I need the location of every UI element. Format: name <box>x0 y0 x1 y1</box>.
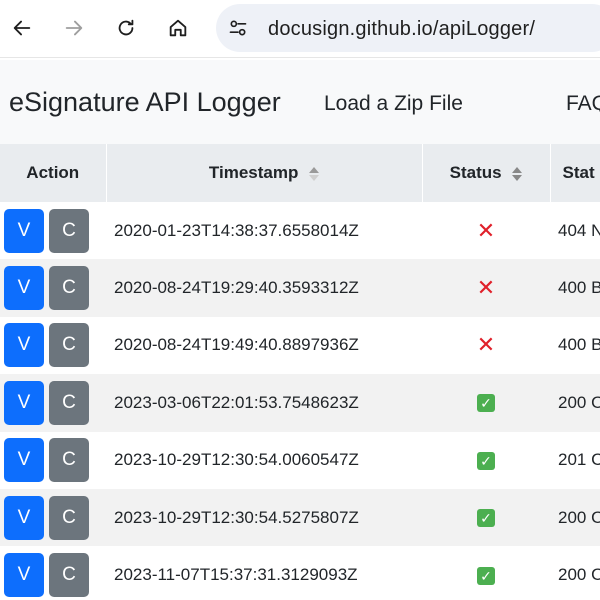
copy-button[interactable]: C <box>49 323 89 368</box>
column-header-action: Action <box>0 144 107 202</box>
action-cell: VC <box>0 316 106 375</box>
view-button[interactable]: V <box>4 438 44 483</box>
view-button[interactable]: V <box>4 208 44 253</box>
timestamp-cell: 2023-11-07T15:37:31.3129093Z <box>106 546 422 600</box>
timestamp-cell: 2020-01-23T14:38:37.6558014Z <box>106 202 422 260</box>
view-button[interactable]: V <box>4 380 44 425</box>
column-header-label: Action <box>26 163 80 182</box>
log-table: Action Timestamp Status Stat V C 2020-01-2… <box>0 144 600 600</box>
table-row: V C 2020-08-24T19:29:40.3593312Z ✕ 400 B <box>0 259 600 317</box>
home-icon <box>169 19 187 37</box>
table-row: V C 2020-08-24T19:49:40.8897936Z ✕ 400 B <box>0 316 600 375</box>
column-header-label: Status <box>449 163 502 182</box>
action-cell: VC <box>0 259 106 317</box>
copy-button[interactable]: C <box>49 553 89 598</box>
copy-button[interactable]: C <box>49 266 89 311</box>
table-row: V C 2023-11-07T15:37:31.3129093Z ✓ 200 O <box>0 546 600 600</box>
action-cell: VC <box>0 488 106 547</box>
table-row: V C 2020-01-23T14:38:37.6558014Z ✕ 404 N <box>0 202 600 260</box>
check-mark-icon: ✓ <box>477 509 495 528</box>
action-cell: VC <box>0 374 106 432</box>
log-table-container: Action Timestamp Status Stat V C 2020-01-2… <box>0 144 600 600</box>
status-text-cell: 400 B <box>550 316 600 375</box>
status-text-cell: 201 C <box>550 431 600 489</box>
copy-button[interactable]: C <box>49 208 89 253</box>
status-text-cell: 200 O <box>550 546 600 600</box>
table-row: V C 2023-10-29T12:30:54.5275807Z ✓ 200 O <box>0 488 600 547</box>
sort-icon[interactable] <box>309 166 320 181</box>
reload-button[interactable] <box>110 12 142 44</box>
copy-button[interactable]: C <box>49 495 89 540</box>
view-button[interactable]: V <box>4 323 44 368</box>
forward-button[interactable] <box>58 12 90 44</box>
copy-button[interactable]: C <box>49 438 89 483</box>
column-header-label: Timestamp <box>208 163 299 182</box>
action-cell: VC <box>0 202 106 260</box>
arrow-left-icon <box>13 20 31 36</box>
table-header-row: Action Timestamp Status Stat <box>0 144 600 202</box>
check-mark-icon: ✓ <box>477 566 495 585</box>
status-text-cell: 200 O <box>550 488 600 547</box>
status-cell: ✓ <box>422 488 550 547</box>
table-row: V C 2023-03-06T22:01:53.7548623Z ✓ 200 O <box>0 374 600 432</box>
timestamp-cell: 2020-08-24T19:49:40.8897936Z <box>106 316 422 375</box>
cross-mark-icon: ✕ <box>476 332 496 358</box>
column-header-status[interactable]: Status <box>422 144 551 202</box>
browser-toolbar: docusign.github.io/apiLogger/ <box>0 0 600 58</box>
column-header-timestamp[interactable]: Timestamp <box>106 144 423 202</box>
status-text-cell: 404 N <box>550 202 600 260</box>
view-button[interactable]: V <box>4 495 44 540</box>
view-button[interactable]: V <box>4 266 44 311</box>
home-button[interactable] <box>162 12 194 44</box>
nav-load-zip[interactable]: Load a Zip File <box>324 92 463 116</box>
app-brand[interactable]: eSignature API Logger <box>9 87 281 118</box>
status-text-cell: 400 B <box>550 259 600 317</box>
timestamp-cell: 2023-10-29T12:30:54.0060547Z <box>106 431 422 489</box>
check-mark-icon: ✓ <box>477 451 495 470</box>
cross-mark-icon: ✕ <box>476 217 496 243</box>
sort-icon[interactable] <box>512 166 523 181</box>
address-bar[interactable]: docusign.github.io/apiLogger/ <box>216 4 600 52</box>
table-row: V C 2023-10-29T12:30:54.0060547Z ✓ 201 C <box>0 431 600 489</box>
status-cell: ✕ <box>422 202 550 260</box>
nav-faq[interactable]: FAQ <box>566 92 600 116</box>
timestamp-cell: 2023-10-29T12:30:54.5275807Z <box>106 488 422 547</box>
status-cell: ✓ <box>422 546 550 600</box>
copy-button[interactable]: C <box>49 380 89 425</box>
action-cell: VC <box>0 431 106 489</box>
site-settings-icon[interactable] <box>228 18 248 38</box>
status-cell: ✓ <box>422 431 550 489</box>
view-button[interactable]: V <box>4 553 44 598</box>
back-button[interactable] <box>6 12 38 44</box>
timestamp-cell: 2020-08-24T19:29:40.3593312Z <box>106 259 422 317</box>
timestamp-cell: 2023-03-06T22:01:53.7548623Z <box>106 374 422 432</box>
status-cell: ✕ <box>422 259 550 317</box>
status-cell: ✓ <box>422 374 550 432</box>
app-navbar: eSignature API Logger Load a Zip File FA… <box>0 60 600 144</box>
reload-icon <box>118 19 134 36</box>
arrow-right-icon <box>65 20 83 36</box>
status-text-cell: 200 O <box>550 374 600 432</box>
column-header-label: Stat <box>562 163 595 182</box>
url-text: docusign.github.io/apiLogger/ <box>268 18 536 40</box>
status-cell: ✕ <box>422 316 550 375</box>
check-mark-icon: ✓ <box>477 394 495 413</box>
column-header-status-text[interactable]: Stat <box>550 144 600 202</box>
action-cell: VC <box>0 546 106 600</box>
cross-mark-icon: ✕ <box>476 275 496 301</box>
